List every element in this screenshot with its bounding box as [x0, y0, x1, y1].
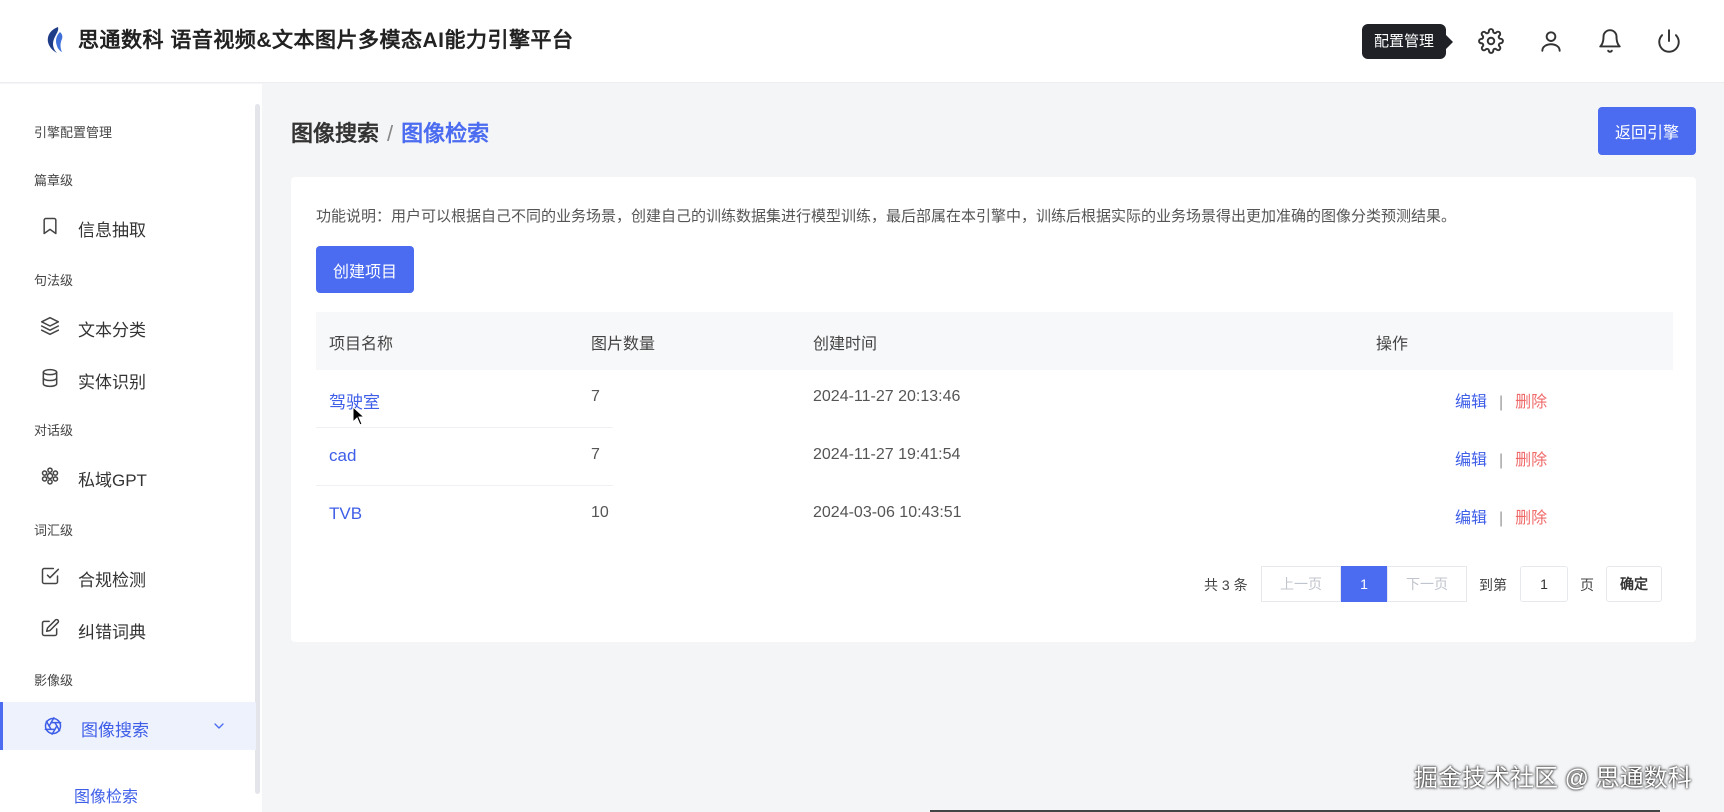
- sidebar-section-title: 引擎配置管理: [34, 125, 113, 140]
- goto-label: 到第: [1479, 577, 1507, 593]
- chevron-down-icon[interactable]: [211, 718, 227, 734]
- config-tooltip: 配置管理: [1362, 24, 1454, 59]
- logo-icon: [47, 27, 63, 53]
- column-header-created: 创建时间: [813, 336, 878, 353]
- page-number-button[interactable]: 1: [1341, 566, 1387, 602]
- sidebar-item-correction-dict[interactable]: 纠错词典: [0, 604, 256, 652]
- watermark: 掘金技术社区 @ 思通数科: [1414, 765, 1692, 792]
- database-icon: [40, 368, 60, 388]
- goto-confirm-button[interactable]: 确定: [1606, 566, 1662, 602]
- column-header-actions: 操作: [1376, 336, 1409, 353]
- group-title-image: 影像级: [34, 673, 74, 688]
- sidebar-item-entity-recognition[interactable]: 实体识别: [0, 354, 256, 402]
- row-actions: 编辑 | 删除: [1455, 504, 1547, 528]
- aperture-icon: [43, 716, 63, 736]
- pagination-total: 共 3 条: [1204, 577, 1248, 593]
- project-name-link[interactable]: TVB: [329, 504, 362, 524]
- create-project-button[interactable]: 创建项目: [316, 246, 414, 293]
- breadcrumb-separator: /: [387, 121, 394, 146]
- delete-link[interactable]: 删除: [1515, 452, 1547, 469]
- image-count: 10: [591, 504, 609, 521]
- sidebar-item-label: 纠错词典: [78, 623, 146, 642]
- action-divider: |: [1499, 394, 1504, 411]
- sidebar-item-label: 文本分类: [78, 321, 146, 340]
- sidebar-item-compliance-check[interactable]: 合规检测: [0, 552, 256, 600]
- sidebar-item-text-classify[interactable]: 文本分类: [0, 302, 256, 350]
- gpt-icon: [40, 466, 60, 486]
- column-header-name: 项目名称: [329, 336, 394, 353]
- content-card: 功能说明：用户可以根据自己不同的业务场景，创建自己的训练数据集进行模型训练，最后…: [291, 177, 1696, 642]
- delete-link[interactable]: 删除: [1515, 394, 1547, 411]
- sidebar-item-private-gpt[interactable]: 私域GPT: [0, 452, 256, 500]
- created-time: 2024-03-06 10:43:51: [813, 504, 962, 521]
- column-header-count: 图片数量: [591, 336, 656, 353]
- layers-icon: [40, 316, 60, 336]
- top-header: 思通数科 语音视频&文本图片多模态AI能力引擎平台 配置管理: [0, 0, 1724, 83]
- image-count: 7: [591, 388, 600, 405]
- breadcrumb-current: 图像检索: [401, 121, 490, 146]
- group-title-vocabulary: 词汇级: [34, 523, 74, 538]
- table-row: 驾驶室 7 2024-11-27 20:13:46 编辑 | 删除: [316, 370, 1673, 428]
- edit-link[interactable]: 编辑: [1455, 452, 1487, 469]
- table-row: cad 7 2024-11-27 19:41:54 编辑 | 删除: [316, 428, 1673, 486]
- edit-link[interactable]: 编辑: [1455, 394, 1487, 411]
- prev-page-button[interactable]: 上一页: [1261, 566, 1341, 602]
- page-unit-label: 页: [1580, 577, 1594, 593]
- sidebar-item-image-search[interactable]: 图像搜索: [0, 702, 256, 750]
- sidebar-item-label: 合规检测: [78, 571, 146, 590]
- table-row: TVB 10 2024-03-06 10:43:51 编辑 | 删除: [316, 486, 1673, 544]
- gear-icon[interactable]: [1476, 26, 1506, 56]
- check-square-icon: [40, 566, 60, 586]
- sidebar-item-label: 实体识别: [78, 373, 146, 392]
- mouse-cursor-icon: [352, 406, 366, 426]
- image-count: 7: [591, 446, 600, 463]
- bell-icon[interactable]: [1595, 26, 1625, 56]
- row-actions: 编辑 | 删除: [1455, 388, 1547, 412]
- action-divider: |: [1499, 510, 1504, 527]
- group-title-syntax: 句法级: [34, 273, 74, 288]
- feature-description: 功能说明：用户可以根据自己不同的业务场景，创建自己的训练数据集进行模型训练，最后…: [316, 208, 1457, 225]
- sidebar-item-label: 信息抽取: [78, 221, 146, 240]
- project-name-link[interactable]: cad: [329, 446, 356, 466]
- group-title-dialogue: 对话级: [34, 423, 74, 438]
- breadcrumb: 图像搜索 / 图像检索: [291, 116, 489, 148]
- bookmark-icon: [40, 216, 60, 236]
- sidebar-item-label: 私域GPT: [78, 471, 147, 490]
- edit-link[interactable]: 编辑: [1455, 510, 1487, 527]
- created-time: 2024-11-27 19:41:54: [813, 446, 961, 463]
- sidebar: 引擎配置管理 篇章级 信息抽取 句法级 文本分类 实体识别 对话级 私域GPT …: [0, 84, 262, 812]
- row-actions: 编辑 | 删除: [1455, 446, 1547, 470]
- user-icon[interactable]: [1536, 26, 1566, 56]
- edit-icon: [40, 618, 60, 638]
- created-time: 2024-11-27 20:13:46: [813, 388, 961, 405]
- sidebar-item-info-extract[interactable]: 信息抽取: [0, 202, 256, 250]
- action-divider: |: [1499, 452, 1504, 469]
- back-to-engine-button[interactable]: 返回引擎: [1598, 107, 1696, 155]
- power-icon[interactable]: [1654, 26, 1684, 56]
- table-header: 项目名称 图片数量 创建时间 操作: [316, 312, 1673, 370]
- breadcrumb-parent[interactable]: 图像搜索: [291, 121, 379, 146]
- goto-page-input[interactable]: 1: [1520, 566, 1568, 602]
- sidebar-subitem-image-retrieval[interactable]: 图像检索: [74, 783, 138, 807]
- next-page-button[interactable]: 下一页: [1387, 566, 1467, 602]
- delete-link[interactable]: 删除: [1515, 510, 1547, 527]
- sidebar-item-label: 图像搜索: [81, 721, 149, 740]
- group-title-chapter: 篇章级: [34, 173, 74, 188]
- app-title: 思通数科 语音视频&文本图片多模态AI能力引擎平台: [78, 29, 574, 52]
